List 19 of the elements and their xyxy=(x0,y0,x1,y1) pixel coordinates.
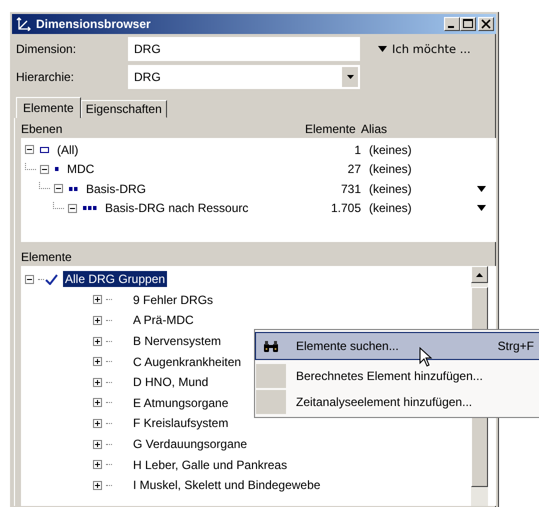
alias-value: (keines) xyxy=(368,142,413,157)
column-header: Elemente xyxy=(305,122,357,136)
field-label: Dimension: xyxy=(16,42,78,56)
window-title: Dimensionsbrowser xyxy=(36,17,152,31)
alias-value: (keines) xyxy=(368,162,413,176)
level-name: (All) xyxy=(57,142,78,157)
field-label: Hierarchie: xyxy=(16,70,76,84)
level-name: Basis-DRG xyxy=(86,182,146,196)
alias-value: (keines) xyxy=(368,201,413,216)
alias-value: (keines) xyxy=(368,182,413,196)
section-label: Elemente xyxy=(21,250,72,264)
element-count: 731 xyxy=(340,182,361,196)
element-count: 1.705 xyxy=(330,201,361,216)
element-count: 27 xyxy=(346,162,361,176)
column-header: Alias xyxy=(361,122,388,136)
level-name: MDC xyxy=(67,162,94,176)
column-header: Ebenen xyxy=(21,122,64,136)
element-count: 1 xyxy=(353,142,361,157)
level-name: Basis-DRG nach Ressourc xyxy=(105,201,248,216)
